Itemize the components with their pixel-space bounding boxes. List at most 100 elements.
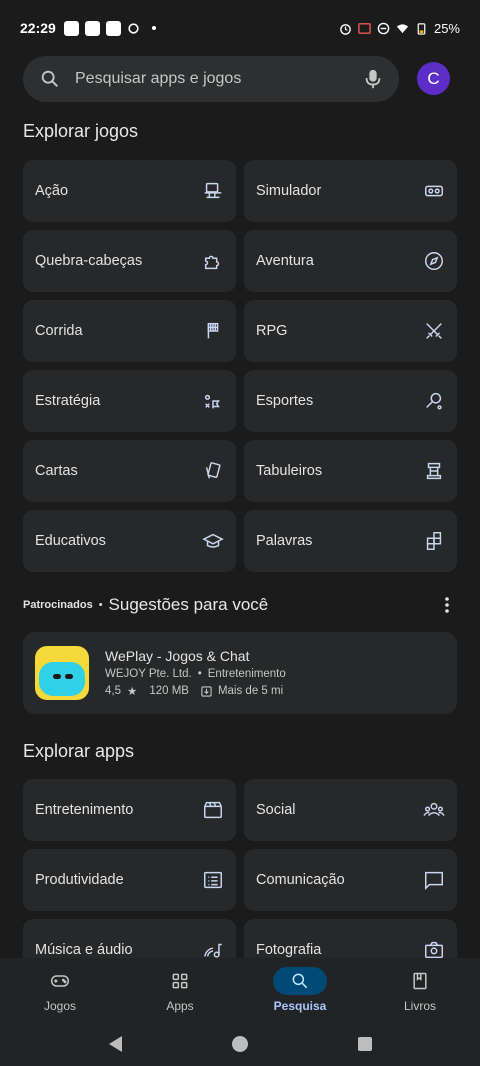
notification-app-icon bbox=[105, 20, 121, 36]
people-icon bbox=[423, 802, 445, 817]
games-section-title: Explorar jogos bbox=[23, 121, 139, 141]
nav-pill bbox=[33, 967, 87, 995]
battery-percentage: 25% bbox=[433, 20, 460, 36]
category-label: Quebra-cabeças bbox=[35, 253, 143, 269]
category-tile-produtividade[interactable]: Produtividade bbox=[23, 849, 236, 911]
category-tile-cartas[interactable]: Cartas bbox=[23, 440, 236, 502]
status-left: 22:29 bbox=[20, 20, 156, 36]
category-tile-esportes[interactable]: Esportes bbox=[244, 370, 457, 432]
word-tiles-icon bbox=[426, 532, 442, 550]
category-label: Simulador bbox=[256, 183, 322, 199]
sponsored-app-card[interactable]: WePlay - Jogos & Chat WEJOY Pte. Ltd. • … bbox=[23, 632, 457, 714]
crossed-swords-icon bbox=[426, 323, 442, 339]
list-icon bbox=[204, 871, 222, 889]
sponsored-separator: • bbox=[98, 599, 103, 611]
clapperboard-icon bbox=[204, 801, 222, 819]
notification-app-icon bbox=[84, 20, 100, 36]
app-developer: WEJOY Pte. Ltd. bbox=[105, 668, 192, 680]
app-name: WePlay - Jogos & Chat bbox=[105, 648, 250, 664]
download-icon bbox=[201, 685, 212, 697]
star-icon: ★ bbox=[127, 686, 138, 698]
graduation-cap-icon bbox=[202, 533, 224, 548]
nav-label: Pesquisa bbox=[273, 999, 327, 1013]
weplay-app-icon bbox=[35, 646, 89, 700]
category-tile-social[interactable]: Social bbox=[244, 779, 457, 841]
app-stats-row: 4,5 ★ 120 MB Mais de 5 mi bbox=[105, 684, 286, 698]
category-tile-tabuleiros[interactable]: Tabuleiros bbox=[244, 440, 457, 502]
category-tile-comunicacao[interactable]: Comunicação bbox=[244, 849, 457, 911]
category-tile-acao[interactable]: Ação bbox=[23, 160, 236, 222]
meta-separator: • bbox=[197, 668, 202, 680]
category-tile-rpg[interactable]: RPG bbox=[244, 300, 457, 362]
category-tile-palavras[interactable]: Palavras bbox=[244, 510, 457, 572]
microphone-icon[interactable] bbox=[363, 68, 383, 90]
recent-apps-icon[interactable] bbox=[357, 1037, 372, 1051]
app-category: Entretenimento bbox=[207, 668, 286, 680]
notification-small-icon bbox=[128, 22, 139, 34]
nav-item-jogos[interactable]: Jogos bbox=[0, 958, 120, 1022]
category-label: Produtividade bbox=[35, 872, 124, 888]
action-icon bbox=[204, 182, 222, 199]
home-icon[interactable] bbox=[231, 1036, 248, 1052]
bottom-navigation: Jogos Apps Pesquisa Livros bbox=[0, 958, 480, 1022]
category-label: Tabuleiros bbox=[256, 463, 323, 479]
nav-label: Jogos bbox=[43, 999, 77, 1013]
more-notifications-dot bbox=[151, 26, 156, 30]
sponsored-header: Patrocinados • Sugestões para você bbox=[23, 593, 457, 617]
games-category-grid: Ação Simulador Quebra-cabeças Aventura C… bbox=[23, 160, 457, 572]
nav-item-apps[interactable]: Apps bbox=[120, 958, 240, 1022]
category-tile-aventura[interactable]: Aventura bbox=[244, 230, 457, 292]
category-tile-entretenimento[interactable]: Entretenimento bbox=[23, 779, 236, 841]
apps-section-title: Explorar apps bbox=[23, 741, 135, 761]
category-label: Palavras bbox=[256, 533, 313, 549]
nav-pill bbox=[393, 967, 447, 995]
app-size: 120 MB bbox=[149, 685, 189, 697]
wifi-icon bbox=[396, 23, 409, 33]
account-avatar[interactable]: C bbox=[417, 62, 450, 95]
category-label: Música e áudio bbox=[35, 942, 133, 958]
category-label: Aventura bbox=[256, 253, 314, 269]
category-tile-simulador[interactable]: Simulador bbox=[244, 160, 457, 222]
category-label: Corrida bbox=[35, 323, 83, 339]
category-label: Fotografia bbox=[256, 942, 322, 958]
search-icon bbox=[41, 70, 59, 88]
alarm-icon bbox=[340, 23, 351, 35]
category-label: RPG bbox=[256, 323, 288, 339]
system-navigation-bar bbox=[0, 1022, 480, 1066]
category-label: Ação bbox=[35, 183, 69, 199]
category-tile-quebra-cabecas[interactable]: Quebra-cabeças bbox=[23, 230, 236, 292]
do-not-disturb-icon bbox=[377, 22, 390, 34]
nav-pill bbox=[153, 967, 207, 995]
puzzle-icon bbox=[204, 255, 220, 270]
category-tile-corrida[interactable]: Corrida bbox=[23, 300, 236, 362]
search-placeholder[interactable]: Pesquisar apps e jogos bbox=[75, 70, 363, 88]
nav-item-pesquisa[interactable]: Pesquisa bbox=[240, 958, 360, 1022]
gamepad-icon bbox=[50, 975, 70, 987]
category-tile-educativos[interactable]: Educativos bbox=[23, 510, 236, 572]
nav-pill bbox=[273, 967, 327, 995]
nav-item-livros[interactable]: Livros bbox=[360, 958, 480, 1022]
checkered-flag-icon bbox=[207, 322, 219, 339]
battery-icon bbox=[417, 22, 426, 35]
category-label: Cartas bbox=[35, 463, 78, 479]
category-label: Estratégia bbox=[35, 393, 101, 409]
racket-icon bbox=[426, 392, 442, 410]
category-label: Entretenimento bbox=[35, 802, 134, 818]
compass-icon bbox=[425, 252, 443, 270]
app-downloads: Mais de 5 mi bbox=[217, 685, 284, 697]
category-label: Esportes bbox=[256, 393, 314, 409]
category-label: Comunicação bbox=[256, 872, 345, 888]
cards-icon bbox=[205, 462, 221, 479]
category-tile-estrategia[interactable]: Estratégia bbox=[23, 370, 236, 432]
nav-label: Apps bbox=[166, 999, 194, 1013]
more-options-icon[interactable] bbox=[437, 595, 457, 615]
book-icon bbox=[413, 972, 427, 990]
status-bar: 22:29 25% bbox=[0, 0, 480, 56]
apps-grid-icon bbox=[172, 973, 188, 989]
search-bar[interactable]: Pesquisar apps e jogos bbox=[23, 56, 399, 102]
back-icon[interactable] bbox=[108, 1036, 122, 1052]
category-label: Educativos bbox=[35, 533, 106, 549]
sponsored-tag: Patrocinados bbox=[23, 599, 93, 611]
vr-headset-icon bbox=[425, 185, 443, 197]
chat-bubble-icon bbox=[425, 871, 443, 891]
